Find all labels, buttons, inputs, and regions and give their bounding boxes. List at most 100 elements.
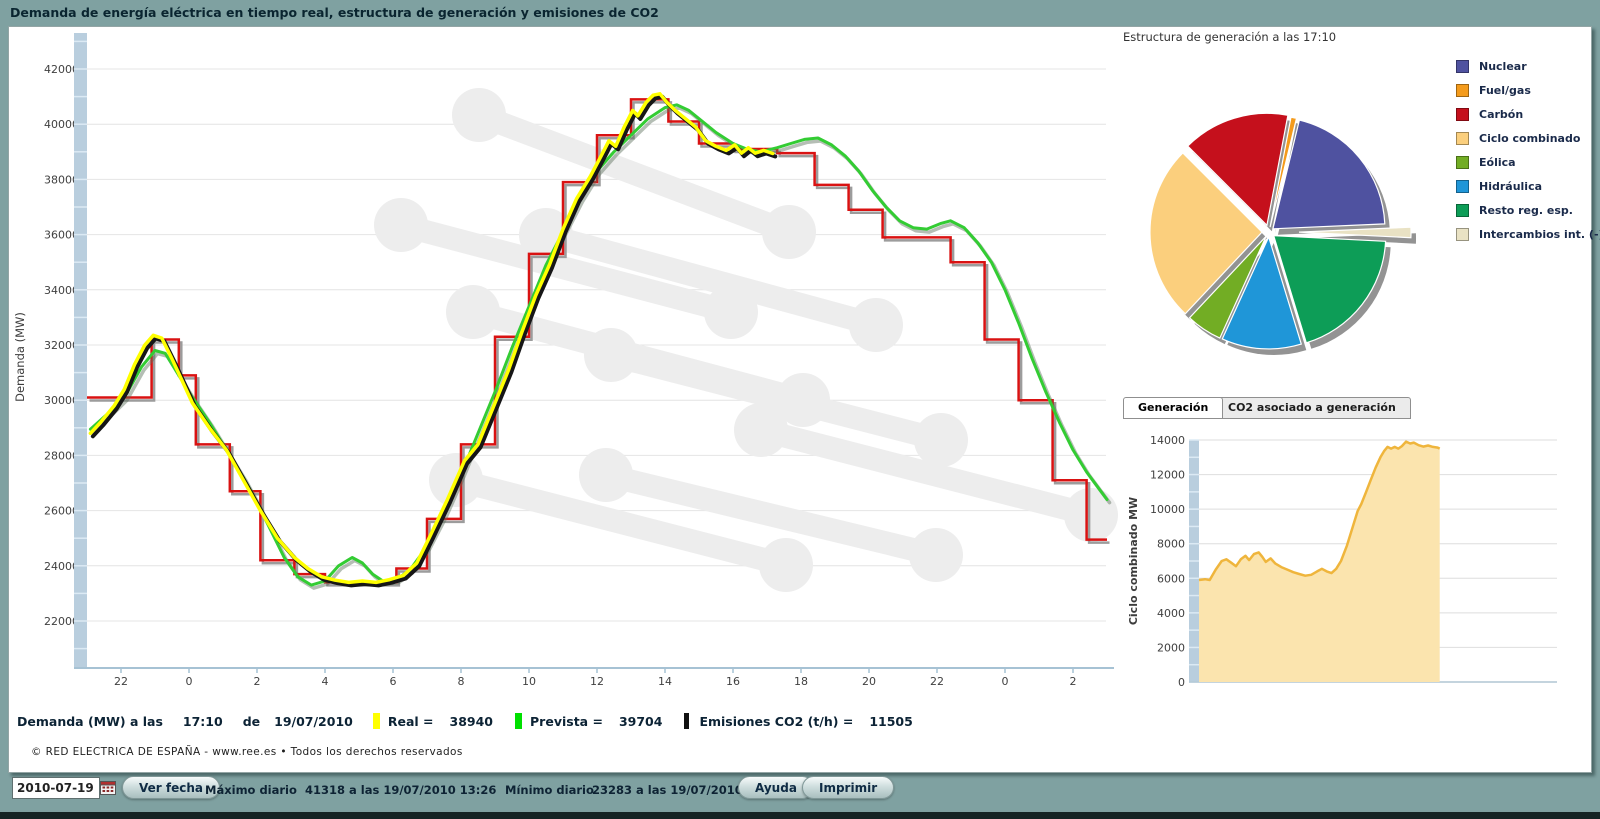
imprimir-button[interactable]: Imprimir: [802, 776, 894, 799]
status-time: 17:10: [183, 714, 223, 729]
bottom-strip: [0, 812, 1600, 819]
x-tick-label: 10: [522, 675, 536, 688]
legend-swatch-icon: [1456, 84, 1469, 97]
legend-item: Carbón: [1456, 102, 1600, 126]
chart-element: [734, 403, 788, 457]
prevista-value: 39704: [619, 714, 663, 729]
y-tick-label: 2000: [1157, 641, 1185, 654]
prevista-marker-icon: [515, 713, 522, 729]
legend-item: Hidráulica: [1456, 174, 1600, 198]
y-tick-label: 0: [1178, 676, 1185, 689]
legend-item: Fuel/gas: [1456, 78, 1600, 102]
real-marker-icon: [373, 713, 380, 729]
legend-item: Intercambios int. (-): [1456, 222, 1600, 246]
legend-swatch-icon: [1456, 108, 1469, 121]
ciclo-axis-title: Ciclo combinado MW: [1127, 497, 1140, 625]
y-axis-band: [74, 33, 87, 668]
y-tick-label: 26000: [44, 505, 79, 518]
y-tick-label: 40000: [44, 118, 79, 131]
legend-item: Nuclear: [1456, 54, 1600, 78]
legend-swatch-icon: [1456, 204, 1469, 217]
status-de: de: [243, 714, 260, 729]
calendar-icon[interactable]: [100, 780, 116, 796]
minimo-diario-label: Mínimo diario: [505, 783, 594, 797]
legend-swatch-icon: [1456, 180, 1469, 193]
y-tick-label: 12000: [1150, 469, 1185, 482]
real-value: 38940: [450, 714, 494, 729]
y-tick-label: 24000: [44, 560, 79, 573]
chart-element: [909, 528, 963, 582]
x-tick-label: 12: [590, 675, 604, 688]
x-tick-label: 4: [322, 675, 329, 688]
x-tick-label: 16: [726, 675, 740, 688]
legend-label: Nuclear: [1479, 60, 1527, 73]
legend-label: Hidráulica: [1479, 180, 1542, 193]
pie-legend: Nuclear Fuel/gas Carbón Ciclo combinado Eóli…: [1456, 54, 1600, 246]
maximo-diario-label: Máximo diario: [205, 783, 297, 797]
real-shadow: [93, 97, 775, 586]
y-tick-label: 28000: [44, 449, 79, 462]
chart-element: [914, 413, 968, 467]
chart-element: [1064, 488, 1118, 542]
chart-element: [103, 790, 106, 792]
x-tick-label: 22: [930, 675, 944, 688]
legend-item: Resto reg. esp.: [1456, 198, 1600, 222]
toolbar: Ver fecha Máximo diario 41318 a las 19/0…: [0, 770, 1600, 812]
y-tick-label: 22000: [44, 615, 79, 628]
legend-label: Eólica: [1479, 156, 1516, 169]
x-tick-label: 0: [186, 675, 193, 688]
x-tick-label: 8: [458, 675, 465, 688]
x-tick-label: 2: [1070, 675, 1077, 688]
tab-generacion[interactable]: Generación: [1123, 397, 1223, 419]
legend-swatch-icon: [1456, 60, 1469, 73]
y-tick-label: 30000: [44, 394, 79, 407]
chart-element: [103, 787, 106, 789]
x-tick-label: 0: [1002, 675, 1009, 688]
ciclo-area: [1199, 442, 1440, 682]
legend-swatch-icon: [1456, 156, 1469, 169]
y-tick-label: 42000: [44, 63, 79, 76]
page-title: Demanda de energía eléctrica en tiempo r…: [10, 5, 659, 20]
y-tick-label: 36000: [44, 229, 79, 242]
x-tick-label: 18: [794, 675, 808, 688]
y-tick-label: 32000: [44, 339, 79, 352]
y-tick-label: 6000: [1157, 572, 1185, 585]
chart-element: [452, 88, 506, 142]
x-tick-label: 2: [254, 675, 261, 688]
y-tick-label: 10000: [1150, 503, 1185, 516]
copyright: © RED ELECTRICA DE ESPAÑA - www.ree.es •…: [31, 746, 463, 758]
emisiones-marker-icon: [684, 713, 689, 729]
legend-item: Eólica: [1456, 150, 1600, 174]
legend-swatch-icon: [1456, 228, 1469, 241]
chart-element: [759, 538, 813, 592]
demand-axis-title: Demanda (MW): [13, 312, 27, 402]
ree-demand-page: { "header": { "title": "Demanda de energ…: [0, 0, 1600, 819]
legend-label: Resto reg. esp.: [1479, 204, 1573, 217]
chart-element: [111, 787, 114, 789]
x-tick-label: 6: [390, 675, 397, 688]
emisiones-label: Emisiones CO2 (t/h) =: [699, 714, 853, 729]
chart-element: [584, 328, 638, 382]
title-bar: Demanda de energía eléctrica en tiempo r…: [0, 0, 1600, 26]
chart-element: [107, 787, 110, 789]
status-line: Demanda (MW) a las 17:10 de 19/07/2010 R…: [17, 713, 913, 729]
x-tick-label: 22: [114, 675, 128, 688]
chart-element: [849, 298, 903, 352]
date-input[interactable]: [12, 777, 100, 799]
real-label: Real =: [388, 714, 434, 729]
y-tick-label: 8000: [1157, 538, 1185, 551]
y-tick-label: 38000: [44, 173, 79, 186]
emisiones-value: 11505: [869, 714, 913, 729]
legend-label: Carbón: [1479, 108, 1523, 121]
tab-co2-asociado[interactable]: CO2 asociado a generación: [1213, 397, 1411, 419]
main-panel: 2200024000260002800030000320003400036000…: [8, 26, 1592, 773]
legend-label: Ciclo combinado: [1479, 132, 1580, 145]
chart-element: [111, 790, 114, 792]
demand-chart: 2200024000260002800030000320003400036000…: [9, 27, 1119, 727]
chart-element: [446, 285, 500, 339]
x-tick-label: 20: [862, 675, 876, 688]
chart-element: [762, 205, 816, 259]
y-tick-label: 14000: [1150, 434, 1185, 447]
chart-element: [107, 790, 110, 792]
chart-element: [101, 782, 116, 786]
